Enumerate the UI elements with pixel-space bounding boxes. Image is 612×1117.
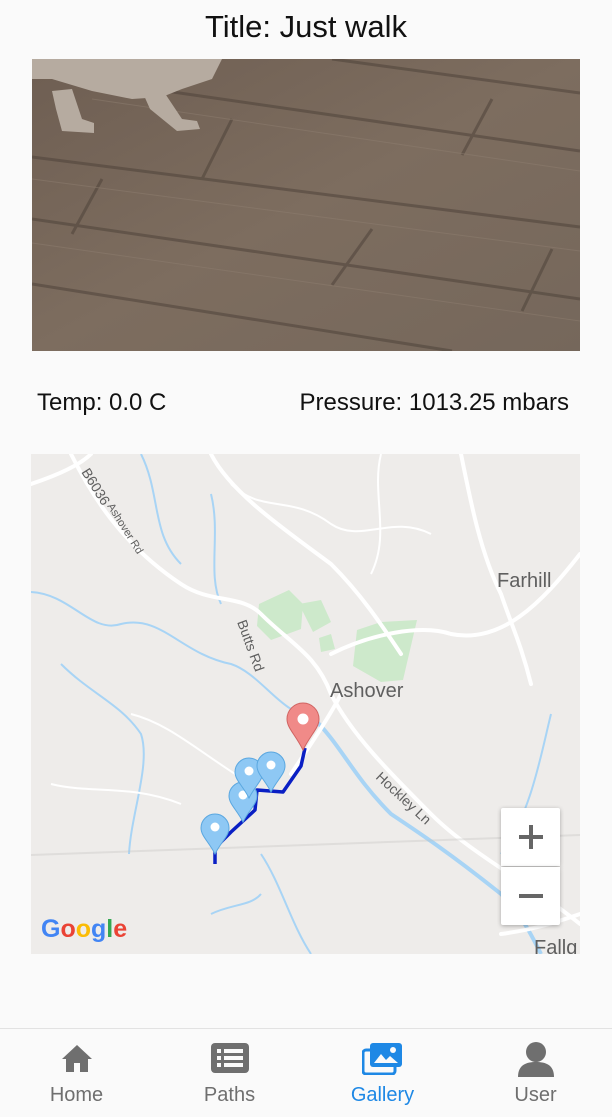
place-label-fallgate: Fallg [534, 937, 577, 954]
list-icon [210, 1043, 249, 1073]
bottom-nav: Home Paths Gallery User [0, 1028, 612, 1117]
google-logo: Google [41, 915, 127, 943]
road-label-b6036: B6036 [78, 465, 113, 508]
pressure-reading: Pressure: 1013.25 mbars [299, 389, 569, 416]
tab-home[interactable]: Home [0, 1029, 153, 1117]
tab-paths-label: Paths [203, 1084, 256, 1106]
road-label-ashover-rd: Ashover Rd [104, 501, 145, 556]
zoom-out-button[interactable] [501, 867, 560, 925]
tab-paths[interactable]: Paths [153, 1029, 306, 1117]
minus-icon [518, 894, 543, 898]
tab-home-label: Home [49, 1084, 104, 1106]
tab-gallery[interactable]: Gallery [306, 1029, 459, 1117]
route-map[interactable]: B6036 Ashover Rd Butts Rd Hockley Ln Far… [31, 454, 580, 954]
zoom-in-button[interactable] [501, 808, 560, 866]
post-title: Title: Just walk [204, 9, 408, 44]
user-icon [517, 1042, 554, 1077]
start-marker[interactable] [286, 702, 320, 752]
gallery-icon [361, 1043, 402, 1075]
home-icon [61, 1045, 92, 1072]
place-label-farhill: Farhill [497, 570, 551, 592]
tab-user[interactable]: User [459, 1029, 612, 1117]
post-photo [32, 59, 580, 351]
tab-user-label: User [514, 1084, 557, 1106]
place-label-ashover: Ashover [330, 680, 404, 702]
road-label-hockley-ln: Hockley Ln [373, 768, 435, 827]
waypoint-marker[interactable] [256, 751, 286, 794]
plus-icon [518, 825, 543, 849]
tab-gallery-label: Gallery [350, 1084, 415, 1106]
temperature-reading: Temp: 0.0 C [37, 389, 167, 416]
